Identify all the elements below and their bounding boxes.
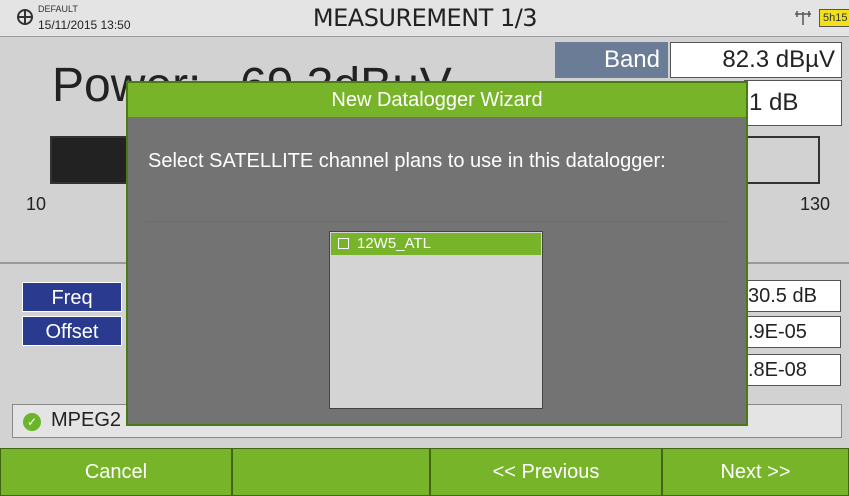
- profile-icon: [16, 8, 34, 31]
- empty-button[interactable]: [232, 448, 430, 496]
- checkbox[interactable]: [338, 238, 349, 249]
- check-icon: ✓: [23, 413, 41, 431]
- datetime: 15/11/2015 13:50: [38, 18, 131, 32]
- metric-value-2: .9E-05: [743, 316, 841, 348]
- power-bar-end: [742, 136, 820, 184]
- scale-min: 10: [26, 194, 47, 214]
- list-item[interactable]: 12W5_ATL: [331, 233, 541, 255]
- battery-indicator: 5h15: [819, 9, 849, 27]
- dialog-title: New Datalogger Wizard: [128, 83, 746, 117]
- previous-button[interactable]: << Previous: [430, 448, 662, 496]
- top-bar: DEFAULT 15/11/2015 13:50 MEASUREMENT 1/3…: [0, 0, 849, 37]
- antenna-icon: [792, 9, 814, 28]
- next-button[interactable]: Next >>: [662, 448, 849, 496]
- scale-max: 130: [800, 194, 831, 214]
- band-label[interactable]: Band: [555, 42, 668, 78]
- dialog-message: Select SATELLITE channel plans to use in…: [148, 150, 666, 172]
- profile-name: DEFAULT: [38, 4, 78, 14]
- dialog-divider: [146, 221, 726, 222]
- list-item-label: 12W5_ATL: [357, 235, 431, 252]
- channel-plan-list[interactable]: 12W5_ATL: [329, 231, 543, 409]
- freq-button[interactable]: Freq: [22, 282, 122, 312]
- secondary-value: 1 dB: [744, 80, 842, 126]
- metric-value-3: .8E-08: [743, 354, 841, 386]
- screen: DEFAULT 15/11/2015 13:50 MEASUREMENT 1/3…: [0, 0, 849, 496]
- metric-value-1: 30.5 dB: [743, 280, 841, 312]
- cancel-button[interactable]: Cancel: [0, 448, 232, 496]
- page-title: MEASUREMENT 1/3: [312, 4, 538, 32]
- band-value: 82.3 dBµV: [670, 42, 842, 78]
- datalogger-wizard-dialog: New Datalogger Wizard Select SATELLITE c…: [126, 81, 748, 426]
- offset-button[interactable]: Offset: [22, 316, 122, 346]
